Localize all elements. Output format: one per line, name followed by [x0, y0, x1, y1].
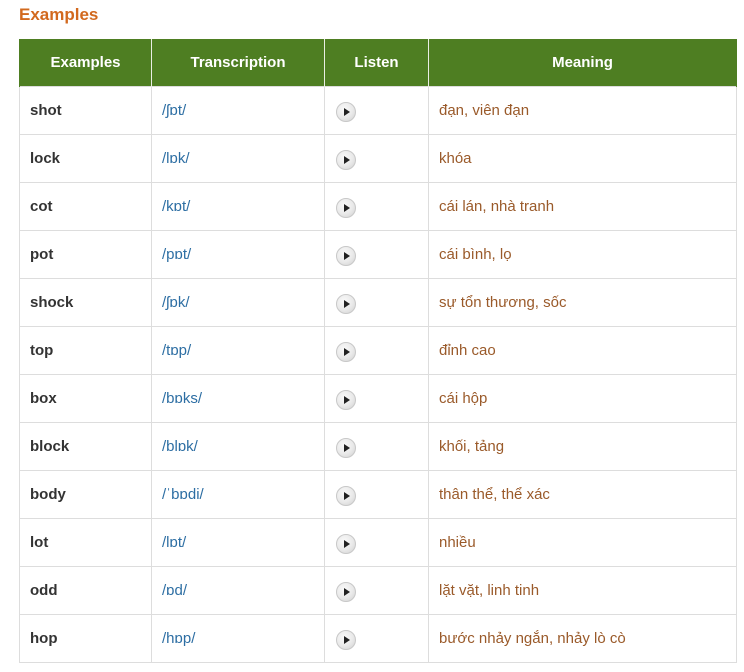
example-word: shock	[19, 278, 152, 327]
example-word: odd	[19, 566, 152, 615]
meaning: cái bình, lọ	[428, 230, 737, 279]
transcription: /blɒk/	[151, 422, 325, 471]
transcription: /tɒp/	[151, 326, 325, 375]
play-icon	[344, 539, 350, 548]
play-icon	[344, 251, 350, 260]
transcription: /lɒt/	[151, 518, 325, 567]
transcription: /kɒt/	[151, 182, 325, 231]
play-icon	[344, 107, 350, 116]
table-row: shock/ʃɒk/sự tổn thương, sốc	[19, 278, 737, 327]
play-audio-button[interactable]	[336, 293, 356, 314]
play-audio-button[interactable]	[336, 581, 356, 602]
meaning: thân thể, thể xác	[428, 470, 737, 519]
meaning: cái lán, nhà tranh	[428, 182, 737, 231]
transcription: /lɒk/	[151, 134, 325, 183]
example-word: lot	[19, 518, 152, 567]
play-icon	[344, 443, 350, 452]
listen-cell	[324, 374, 429, 423]
table-row: lot/lɒt/nhiều	[19, 518, 737, 567]
meaning: đỉnh cao	[428, 326, 737, 375]
play-icon	[344, 203, 350, 212]
play-audio-button[interactable]	[336, 101, 356, 122]
listen-cell	[324, 326, 429, 375]
column-header-listen: Listen	[324, 39, 429, 87]
listen-cell	[324, 230, 429, 279]
meaning: lặt vặt, linh tinh	[428, 566, 737, 615]
table-row: body/ˈbɒdi/thân thể, thể xác	[19, 470, 737, 519]
play-icon	[344, 491, 350, 500]
play-icon	[344, 155, 350, 164]
meaning: cái hộp	[428, 374, 737, 423]
listen-cell	[324, 278, 429, 327]
example-word: body	[19, 470, 152, 519]
example-word: cot	[19, 182, 152, 231]
column-header-meaning: Meaning	[428, 39, 737, 87]
transcription: /bɒks/	[151, 374, 325, 423]
transcription: /ʃɒt/	[151, 86, 325, 135]
table-row: pot/pɒt/cái bình, lọ	[19, 230, 737, 279]
example-word: block	[19, 422, 152, 471]
example-word: pot	[19, 230, 152, 279]
transcription: /ˈbɒdi/	[151, 470, 325, 519]
play-icon	[344, 347, 350, 356]
play-icon	[344, 587, 350, 596]
table-row: odd/ɒd/lặt vặt, linh tinh	[19, 566, 737, 615]
transcription: /hɒp/	[151, 614, 325, 663]
table-row: hop/hɒp/bước nhảy ngắn, nhảy lò cò	[19, 614, 737, 663]
meaning: khóa	[428, 134, 737, 183]
column-header-examples: Examples	[19, 39, 152, 87]
table-body: shot/ʃɒt/đạn, viên đạn lock/lɒk/khóa cot/k…	[19, 86, 737, 663]
listen-cell	[324, 422, 429, 471]
play-audio-button[interactable]	[336, 485, 356, 506]
table-row: block/blɒk/khối, tảng	[19, 422, 737, 471]
play-icon	[344, 635, 350, 644]
listen-cell	[324, 470, 429, 519]
listen-cell	[324, 566, 429, 615]
example-word: shot	[19, 86, 152, 135]
vocabulary-table: Examples Transcription Listen Meaning sh…	[19, 39, 737, 663]
play-audio-button[interactable]	[336, 437, 356, 458]
play-audio-button[interactable]	[336, 197, 356, 218]
example-word: lock	[19, 134, 152, 183]
table-row: shot/ʃɒt/đạn, viên đạn	[19, 86, 737, 135]
play-audio-button[interactable]	[336, 533, 356, 554]
column-header-transcription: Transcription	[151, 39, 325, 87]
play-audio-button[interactable]	[336, 149, 356, 170]
transcription: /ʃɒk/	[151, 278, 325, 327]
listen-cell	[324, 134, 429, 183]
table-header-row: Examples Transcription Listen Meaning	[19, 39, 737, 87]
example-word: top	[19, 326, 152, 375]
table-row: box/bɒks/cái hộp	[19, 374, 737, 423]
listen-cell	[324, 182, 429, 231]
transcription: /pɒt/	[151, 230, 325, 279]
play-audio-button[interactable]	[336, 245, 356, 266]
listen-cell	[324, 86, 429, 135]
table-row: lock/lɒk/khóa	[19, 134, 737, 183]
meaning: sự tổn thương, sốc	[428, 278, 737, 327]
listen-cell	[324, 614, 429, 663]
table-row: cot/kɒt/cái lán, nhà tranh	[19, 182, 737, 231]
transcription: /ɒd/	[151, 566, 325, 615]
play-icon	[344, 299, 350, 308]
play-icon	[344, 395, 350, 404]
meaning: bước nhảy ngắn, nhảy lò cò	[428, 614, 737, 663]
meaning: nhiều	[428, 518, 737, 567]
meaning: đạn, viên đạn	[428, 86, 737, 135]
play-audio-button[interactable]	[336, 389, 356, 410]
section-title: Examples	[19, 5, 99, 24]
play-audio-button[interactable]	[336, 341, 356, 362]
table-row: top/tɒp/đỉnh cao	[19, 326, 737, 375]
meaning: khối, tảng	[428, 422, 737, 471]
listen-cell	[324, 518, 429, 567]
example-word: hop	[19, 614, 152, 663]
example-word: box	[19, 374, 152, 423]
play-audio-button[interactable]	[336, 629, 356, 650]
